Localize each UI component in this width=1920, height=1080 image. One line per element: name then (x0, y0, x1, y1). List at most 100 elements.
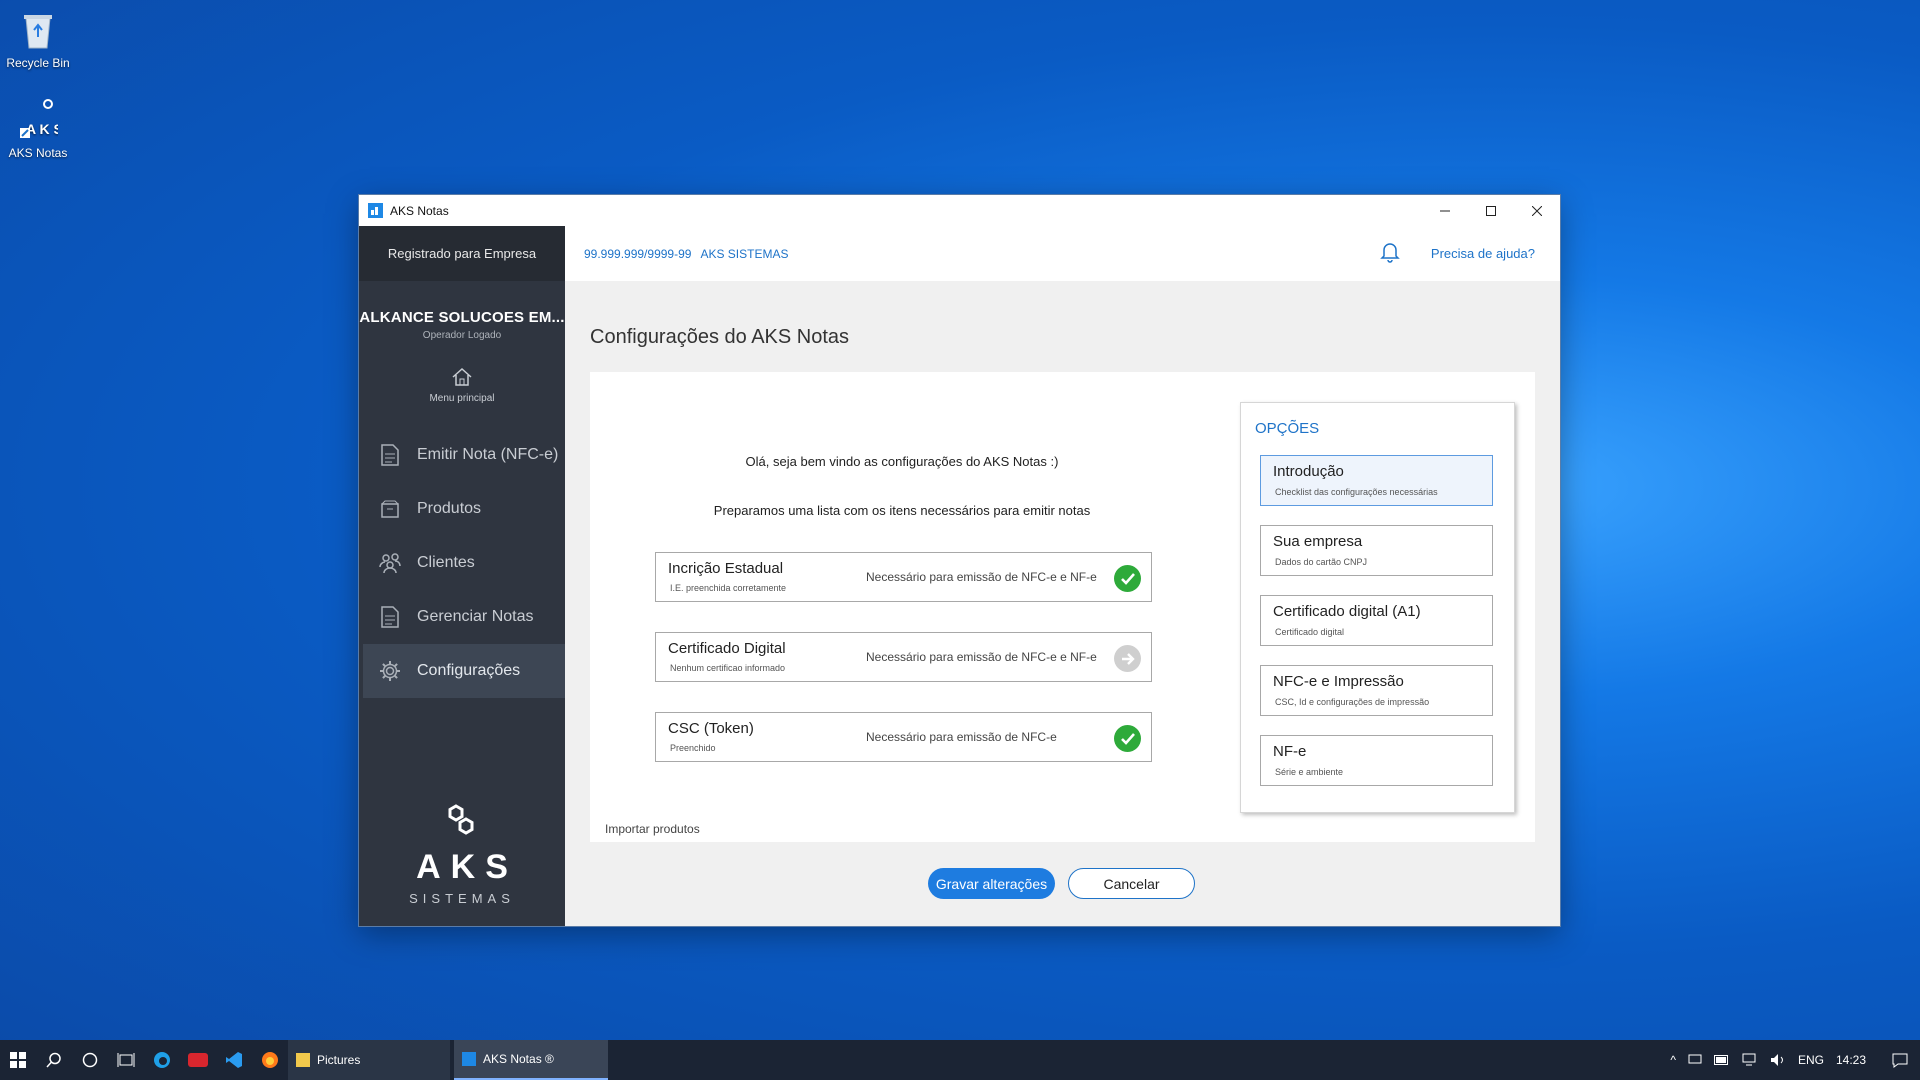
start-button[interactable] (0, 1040, 36, 1080)
checklist-item-csc-token[interactable]: CSC (Token) Preenchido Necessário para e… (655, 712, 1152, 762)
desktop-icon-label: AKS Notas (8, 146, 68, 160)
language-indicator[interactable]: ENG (1798, 1053, 1824, 1067)
taskbar-firefox[interactable] (252, 1040, 288, 1080)
chevron-up-icon[interactable]: ^ (1670, 1053, 1676, 1067)
option-title: NFC-e e Impressão (1273, 673, 1404, 690)
sidebar-item-emitir-nota[interactable]: Emitir Nota (NFC-e) (363, 428, 565, 482)
bell-icon (1380, 243, 1400, 263)
search-button[interactable] (36, 1040, 72, 1080)
top-bar: 99.999.999/9999-99 AKS SISTEMAS Precisa … (565, 226, 1560, 281)
desktop-icon-label: Recycle Bin (6, 56, 70, 70)
minimize-icon (1440, 210, 1450, 211)
taskbar-app-aks-notas[interactable]: AKS Notas ® (454, 1040, 608, 1080)
sidebar: Registrado para Empresa ALKANCE SOLUCOES… (359, 226, 565, 926)
maximize-button[interactable] (1468, 195, 1514, 226)
taskbar-vscode[interactable] (216, 1040, 252, 1080)
notifications-button[interactable] (1380, 241, 1400, 266)
taskbar: Pictures AKS Notas ® ^ ENG 14:23 (0, 1040, 1920, 1080)
cnpj-label: 99.999.999/9999-99 (584, 246, 692, 261)
help-link[interactable]: Precisa de ajuda? (1431, 246, 1535, 261)
desktop-icon-aks-notas[interactable]: A K S AKS Notas (0, 98, 76, 160)
users-icon (377, 550, 403, 576)
vscode-icon (226, 1052, 242, 1068)
volume-icon[interactable] (1770, 1053, 1786, 1067)
taskbar-edge[interactable] (144, 1040, 180, 1080)
sidebar-item-configuracoes[interactable]: Configurações (363, 644, 565, 698)
logo-text: AKS (416, 848, 518, 886)
aks-logo: AKS SISTEMAS (359, 803, 565, 906)
operator-label: Operador Logado (422, 330, 502, 341)
sidebar-item-label: Emitir Nota (NFC-e) (417, 446, 559, 463)
checklist-subtitle: Preenchido (670, 743, 716, 753)
company-block: ALKANCE SOLUCOES EM... Operador Logado (359, 309, 565, 341)
sidebar-item-label: Configurações (417, 662, 521, 679)
device-icon[interactable] (1688, 1054, 1702, 1066)
document-icon (377, 442, 403, 468)
recycle-bin-icon (16, 8, 60, 52)
option-sua-empresa[interactable]: Sua empresa Dados do cartão CNPJ (1260, 525, 1493, 576)
window-title: AKS Notas (390, 203, 449, 218)
network-icon[interactable] (1742, 1053, 1758, 1067)
option-subtitle: Checklist das configurações necessárias (1275, 487, 1438, 497)
option-subtitle: Dados do cartão CNPJ (1275, 557, 1368, 567)
checklist-subtitle: Nenhum certificao informado (670, 663, 786, 673)
check-ok-icon (1114, 565, 1141, 592)
taskbar-app-red[interactable] (180, 1040, 216, 1080)
search-icon (46, 1052, 61, 1068)
sidebar-item-gerenciar-notas[interactable]: Gerenciar Notas (363, 590, 565, 644)
import-products-link[interactable]: Importar produtos (605, 822, 700, 836)
task-view-button[interactable] (108, 1040, 144, 1080)
app-window: AKS Notas Registrado para Empresa ALKANC… (359, 195, 1560, 926)
logo-hexagon-icon (448, 804, 474, 835)
option-subtitle: Certificado digital (1275, 627, 1345, 637)
battery-icon[interactable] (1713, 1055, 1730, 1065)
cortana-button[interactable] (72, 1040, 108, 1080)
taskbar-app-pictures[interactable]: Pictures (288, 1040, 450, 1080)
sidebar-item-produtos[interactable]: Produtos (363, 482, 565, 536)
notes-icon (377, 604, 403, 630)
checklist-note: Necessário para emissão de NFC-e e NF-e (866, 570, 1097, 584)
notification-center-icon[interactable] (1892, 1052, 1908, 1068)
close-button[interactable] (1514, 195, 1560, 226)
firefox-icon (262, 1052, 278, 1068)
app-icon (368, 203, 383, 218)
checklist-subtitle: I.E. preenchida corretamente (670, 583, 787, 593)
svg-text:A K S: A K S (26, 121, 58, 137)
title-bar: AKS Notas (359, 195, 1560, 226)
registered-banner: Registrado para Empresa (359, 226, 565, 281)
save-button[interactable]: Gravar alterações (928, 868, 1055, 899)
taskbar-app-label: Pictures (317, 1053, 361, 1067)
close-icon (1532, 205, 1542, 216)
options-panel: OPÇÕES Introdução Checklist das configur… (1240, 402, 1515, 813)
checklist-item-inscricao-estadual[interactable]: Incrição Estadual I.E. preenchida corret… (655, 552, 1152, 602)
home-icon (452, 367, 472, 386)
prepared-text: Preparamos uma lista com os itens necess… (713, 503, 1091, 518)
red-app-icon (188, 1053, 208, 1067)
desktop-icon-recycle-bin[interactable]: Recycle Bin (0, 8, 76, 70)
checklist-note: Necessário para emissão de NFC-e (866, 730, 1057, 744)
minimize-button[interactable] (1422, 195, 1468, 226)
options-header: OPÇÕES (1255, 420, 1320, 437)
checklist-item-certificado-digital[interactable]: Certificado Digital Nenhum certificao in… (655, 632, 1152, 682)
home-label: Menu principal (429, 393, 495, 404)
folder-icon (296, 1053, 310, 1067)
option-title: Introdução (1273, 463, 1344, 480)
sidebar-item-clientes[interactable]: Clientes (363, 536, 565, 590)
task-view-icon (117, 1053, 135, 1067)
cancel-button[interactable]: Cancelar (1068, 868, 1195, 899)
checklist-note: Necessário para emissão de NFC-e e NF-e (866, 650, 1097, 664)
option-certificado-digital[interactable]: Certificado digital (A1) Certificado dig… (1260, 595, 1493, 646)
checklist-title: CSC (Token) (668, 720, 754, 737)
edge-icon (154, 1052, 170, 1068)
clock[interactable]: 14:23 (1836, 1053, 1866, 1067)
welcome-text: Olá, seja bem vindo as configurações do … (745, 454, 1059, 469)
option-title: Certificado digital (A1) (1273, 603, 1421, 620)
sidebar-nav: Emitir Nota (NFC-e) Produtos Clientes Ge… (359, 428, 565, 698)
option-introducao[interactable]: Introdução Checklist das configurações n… (1260, 455, 1493, 506)
settings-panel: Olá, seja bem vindo as configurações do … (590, 372, 1535, 842)
option-nfe[interactable]: NF-e Série e ambiente (1260, 735, 1493, 786)
home-menu-button[interactable]: Menu principal (359, 367, 565, 404)
option-subtitle: Série e ambiente (1275, 767, 1344, 777)
checklist-title: Certificado Digital (668, 640, 786, 657)
option-nfce-impressao[interactable]: NFC-e e Impressão CSC, Id e configuraçõe… (1260, 665, 1493, 716)
